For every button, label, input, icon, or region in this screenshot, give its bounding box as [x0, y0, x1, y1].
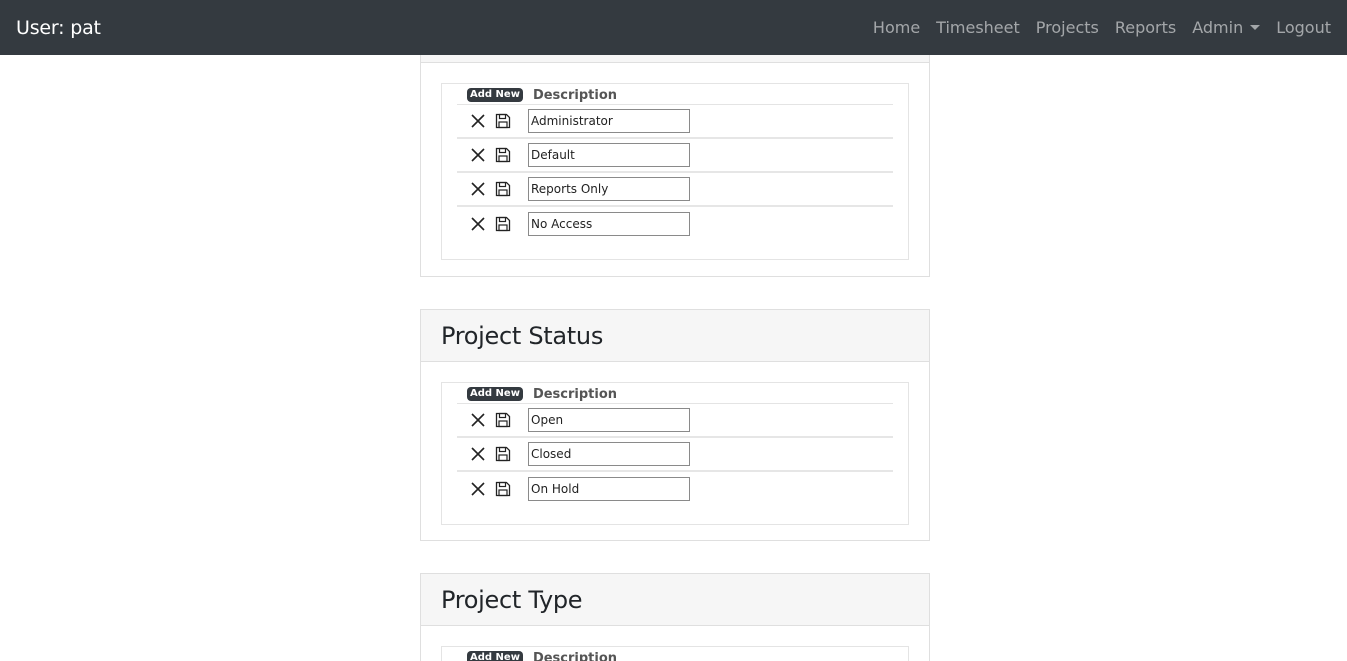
column-header-description: Description — [532, 386, 618, 402]
column-header-description: Description — [532, 650, 618, 661]
grid-header: Add New Description — [457, 649, 893, 661]
nav-logout[interactable]: Logout — [1276, 18, 1331, 37]
description-input[interactable] — [528, 109, 690, 133]
section-body: Add New Description — [421, 626, 929, 661]
nav-reports[interactable]: Reports — [1115, 18, 1176, 37]
close-icon[interactable] — [469, 146, 487, 164]
add-new-button[interactable]: Add New — [467, 387, 523, 401]
section-title: Project Type — [441, 585, 583, 614]
floppy-disk-icon[interactable] — [494, 180, 512, 198]
section-header: Project Status — [421, 310, 929, 362]
nav-admin-label: Admin — [1192, 18, 1244, 37]
section-header: Project Type — [421, 574, 929, 626]
table-row — [457, 472, 893, 506]
section-project-status-card: Project Status Add New Description — [420, 309, 930, 541]
nav-timesheet[interactable]: Timesheet — [936, 18, 1020, 37]
table-row — [457, 139, 893, 173]
section-body: Add New Description — [421, 63, 929, 280]
table-row — [457, 173, 893, 207]
section-project-type-card: Project Type Add New Description — [420, 573, 930, 661]
close-icon[interactable] — [469, 180, 487, 198]
top-navbar: User: pat Home Timesheet Projects Report… — [0, 0, 1347, 55]
caret-down-icon — [1250, 25, 1261, 30]
description-grid: Add New Description — [441, 646, 909, 661]
close-icon[interactable] — [469, 411, 487, 429]
nav-home[interactable]: Home — [873, 18, 920, 37]
table-row — [457, 105, 893, 139]
floppy-disk-icon[interactable] — [494, 445, 512, 463]
nav-admin-dropdown[interactable]: Admin — [1192, 18, 1261, 37]
floppy-disk-icon[interactable] — [494, 146, 512, 164]
description-input[interactable] — [528, 212, 690, 236]
close-icon[interactable] — [469, 445, 487, 463]
add-new-button[interactable]: Add New — [467, 88, 523, 102]
section-body: Add New Description — [421, 362, 929, 545]
add-new-button[interactable]: Add New — [467, 651, 523, 661]
grid-header: Add New Description — [457, 385, 893, 404]
table-row — [457, 438, 893, 472]
description-grid: Add New Description — [441, 83, 909, 260]
user-brand[interactable]: User: pat — [16, 17, 101, 39]
close-icon[interactable] — [469, 215, 487, 233]
table-row — [457, 207, 893, 241]
close-icon[interactable] — [469, 112, 487, 130]
nav-projects[interactable]: Projects — [1036, 18, 1099, 37]
description-input[interactable] — [528, 177, 690, 201]
description-input[interactable] — [528, 442, 690, 466]
table-row — [457, 404, 893, 438]
floppy-disk-icon[interactable] — [494, 480, 512, 498]
description-input[interactable] — [528, 408, 690, 432]
floppy-disk-icon[interactable] — [494, 112, 512, 130]
nav-links: Home Timesheet Projects Reports Admin Lo… — [857, 18, 1331, 37]
section-title: Project Status — [441, 321, 604, 350]
column-header-description: Description — [532, 87, 618, 103]
description-grid: Add New Description — [441, 382, 909, 525]
floppy-disk-icon[interactable] — [494, 215, 512, 233]
close-icon[interactable] — [469, 480, 487, 498]
floppy-disk-icon[interactable] — [494, 411, 512, 429]
description-input[interactable] — [528, 143, 690, 167]
grid-header: Add New Description — [457, 86, 893, 105]
description-input[interactable] — [528, 477, 690, 501]
